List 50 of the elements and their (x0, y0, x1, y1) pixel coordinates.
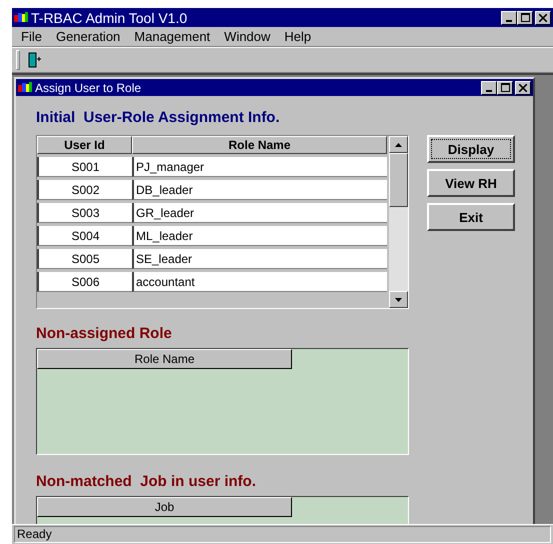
section-heading: Non-matched Job in user info. (36, 473, 258, 490)
menu-item[interactable]: File (14, 29, 49, 44)
scroll-up-button[interactable] (389, 136, 408, 153)
table-cell: ML_leader (132, 226, 387, 246)
close-button[interactable] (535, 10, 551, 24)
table-cell: S004 (37, 226, 132, 246)
table-cell: S005 (37, 249, 132, 269)
maximize-icon (520, 13, 530, 22)
up-arrow-icon (395, 142, 402, 146)
close-icon (539, 14, 547, 22)
minimize-button[interactable] (481, 80, 497, 94)
section-heading: Initial User-Role Assignment Info. (36, 109, 281, 126)
column-header[interactable]: Role Name (132, 136, 387, 154)
table-cell: S006 (37, 272, 132, 292)
close-button[interactable] (515, 80, 531, 94)
maximize-button[interactable] (517, 10, 533, 24)
window-title: T-RBAC Admin Tool V1.0 (31, 10, 188, 26)
table-cell: PJ_manager (132, 157, 387, 177)
section-heading: Non-assigned Role (36, 325, 173, 342)
menu-item[interactable]: Management (127, 29, 218, 44)
status-text: Ready (14, 526, 551, 543)
menu-item[interactable]: Window (217, 29, 278, 44)
column-header[interactable]: User Id (37, 136, 132, 154)
child-window-title: Assign User to Role (35, 80, 142, 94)
down-arrow-icon (395, 298, 402, 302)
column-header[interactable]: Job (37, 497, 292, 517)
maximize-button[interactable] (497, 80, 513, 94)
action-button[interactable]: Exit (427, 203, 515, 231)
scroll-down-button[interactable] (389, 291, 408, 308)
minimize-button[interactable] (501, 10, 517, 24)
app-icon (14, 12, 28, 24)
maximize-icon (500, 83, 510, 92)
menu-item[interactable]: Generation (48, 29, 128, 44)
close-icon (519, 84, 527, 92)
scrollbar[interactable] (389, 136, 408, 308)
table-cell: S003 (37, 203, 132, 223)
table-cell: S002 (37, 180, 132, 200)
table-cell: SE_leader (132, 249, 387, 269)
app-icon (18, 82, 32, 94)
action-button[interactable]: Display (427, 135, 515, 163)
table-cell: DB_leader (132, 180, 387, 200)
action-button[interactable]: View RH (427, 169, 515, 197)
column-header[interactable]: Role Name (37, 349, 292, 369)
minimize-icon (486, 90, 492, 92)
table-cell: GR_leader (132, 203, 387, 223)
table-cell: S001 (37, 157, 132, 177)
minimize-icon (506, 20, 512, 22)
scroll-thumb[interactable] (389, 153, 408, 207)
table-cell: accountant (132, 272, 387, 292)
menu-item[interactable]: Help (277, 29, 318, 44)
